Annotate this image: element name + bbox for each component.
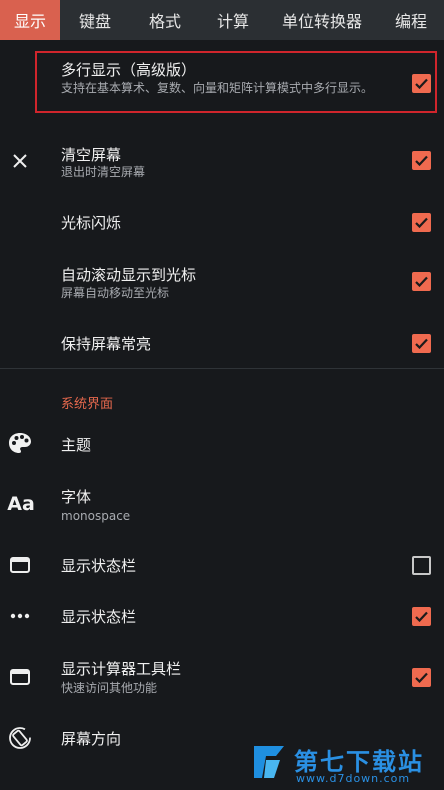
status-bar-2-checkbox[interactable] [412, 607, 431, 626]
tab-programming[interactable]: 编程 [378, 0, 444, 40]
setting-title: 清空屏幕 [61, 146, 122, 164]
check-icon [415, 611, 428, 622]
setting-title: 主题 [61, 436, 92, 454]
window-icon [6, 551, 34, 579]
multiline-checkbox[interactable] [412, 74, 431, 93]
tab-unit-converter[interactable]: 单位转换器 [266, 0, 378, 40]
setting-status-bar[interactable]: 显示状态栏 [0, 548, 444, 582]
cursor-blink-checkbox[interactable] [412, 213, 431, 232]
watermark: 第七下载站 www.d7down.com [250, 740, 440, 786]
clear-screen-checkbox[interactable] [412, 151, 431, 170]
setting-clear-screen[interactable]: 清空屏幕 退出时清空屏幕 [0, 140, 444, 184]
tab-display[interactable]: 显示 [0, 0, 60, 40]
setting-title: 多行显示（高级版） [61, 61, 197, 79]
setting-title: 显示状态栏 [61, 557, 137, 575]
setting-font[interactable]: Aa 字体 monospace [0, 484, 444, 528]
setting-subtitle: 支持在基本算术、复数、向量和矩阵计算模式中多行显示。 [61, 81, 374, 95]
check-icon [415, 672, 428, 683]
watermark-logo-icon [254, 746, 284, 778]
check-icon [415, 276, 428, 287]
setting-auto-scroll[interactable]: 自动滚动显示到光标 屏幕自动移动至光标 [0, 260, 444, 304]
check-icon [415, 338, 428, 349]
toolbar-checkbox[interactable] [412, 668, 431, 687]
setting-title: 字体 [61, 488, 92, 506]
setting-title: 自动滚动显示到光标 [61, 266, 197, 284]
setting-subtitle: 快速访问其他功能 [61, 681, 158, 695]
check-icon [415, 78, 428, 89]
setting-title: 保持屏幕常亮 [61, 335, 152, 353]
setting-title: 显示计算器工具栏 [61, 660, 182, 678]
screen-rotation-icon [6, 724, 34, 752]
setting-cursor-blink[interactable]: 光标闪烁 [0, 205, 444, 239]
tab-bar: 显示 键盘 格式 计算 单位转换器 编程 [0, 0, 444, 40]
status-bar-checkbox[interactable] [412, 556, 431, 575]
check-icon [415, 217, 428, 228]
setting-title: 光标闪烁 [61, 214, 122, 232]
font-icon: Aa [7, 493, 35, 515]
watermark-url: www.d7down.com [296, 772, 411, 785]
setting-title: 显示状态栏 [61, 608, 137, 626]
section-divider [0, 368, 444, 369]
palette-icon [6, 429, 34, 457]
tab-format[interactable]: 格式 [130, 0, 200, 40]
setting-calculator-toolbar[interactable]: 显示计算器工具栏 快速访问其他功能 [0, 656, 444, 700]
setting-multiline[interactable]: 多行显示（高级版） 支持在基本算术、复数、向量和矩阵计算模式中多行显示。 [0, 50, 444, 114]
check-icon [415, 155, 428, 166]
section-header: 系统界面 [61, 397, 114, 412]
setting-theme[interactable]: 主题 [0, 426, 444, 460]
window-icon [6, 663, 34, 691]
setting-subtitle: monospace [61, 509, 131, 523]
tab-calculation[interactable]: 计算 [200, 0, 266, 40]
tab-keyboard[interactable]: 键盘 [60, 0, 130, 40]
auto-scroll-checkbox[interactable] [412, 272, 431, 291]
setting-keep-screen-on[interactable]: 保持屏幕常亮 [0, 326, 444, 360]
setting-status-bar-2[interactable]: 显示状态栏 [0, 599, 444, 633]
setting-title: 屏幕方向 [61, 730, 122, 748]
setting-subtitle: 退出时清空屏幕 [61, 165, 146, 179]
close-icon [6, 147, 34, 175]
more-dots-icon [6, 602, 34, 630]
setting-subtitle: 屏幕自动移动至光标 [61, 286, 170, 300]
keep-screen-on-checkbox[interactable] [412, 334, 431, 353]
